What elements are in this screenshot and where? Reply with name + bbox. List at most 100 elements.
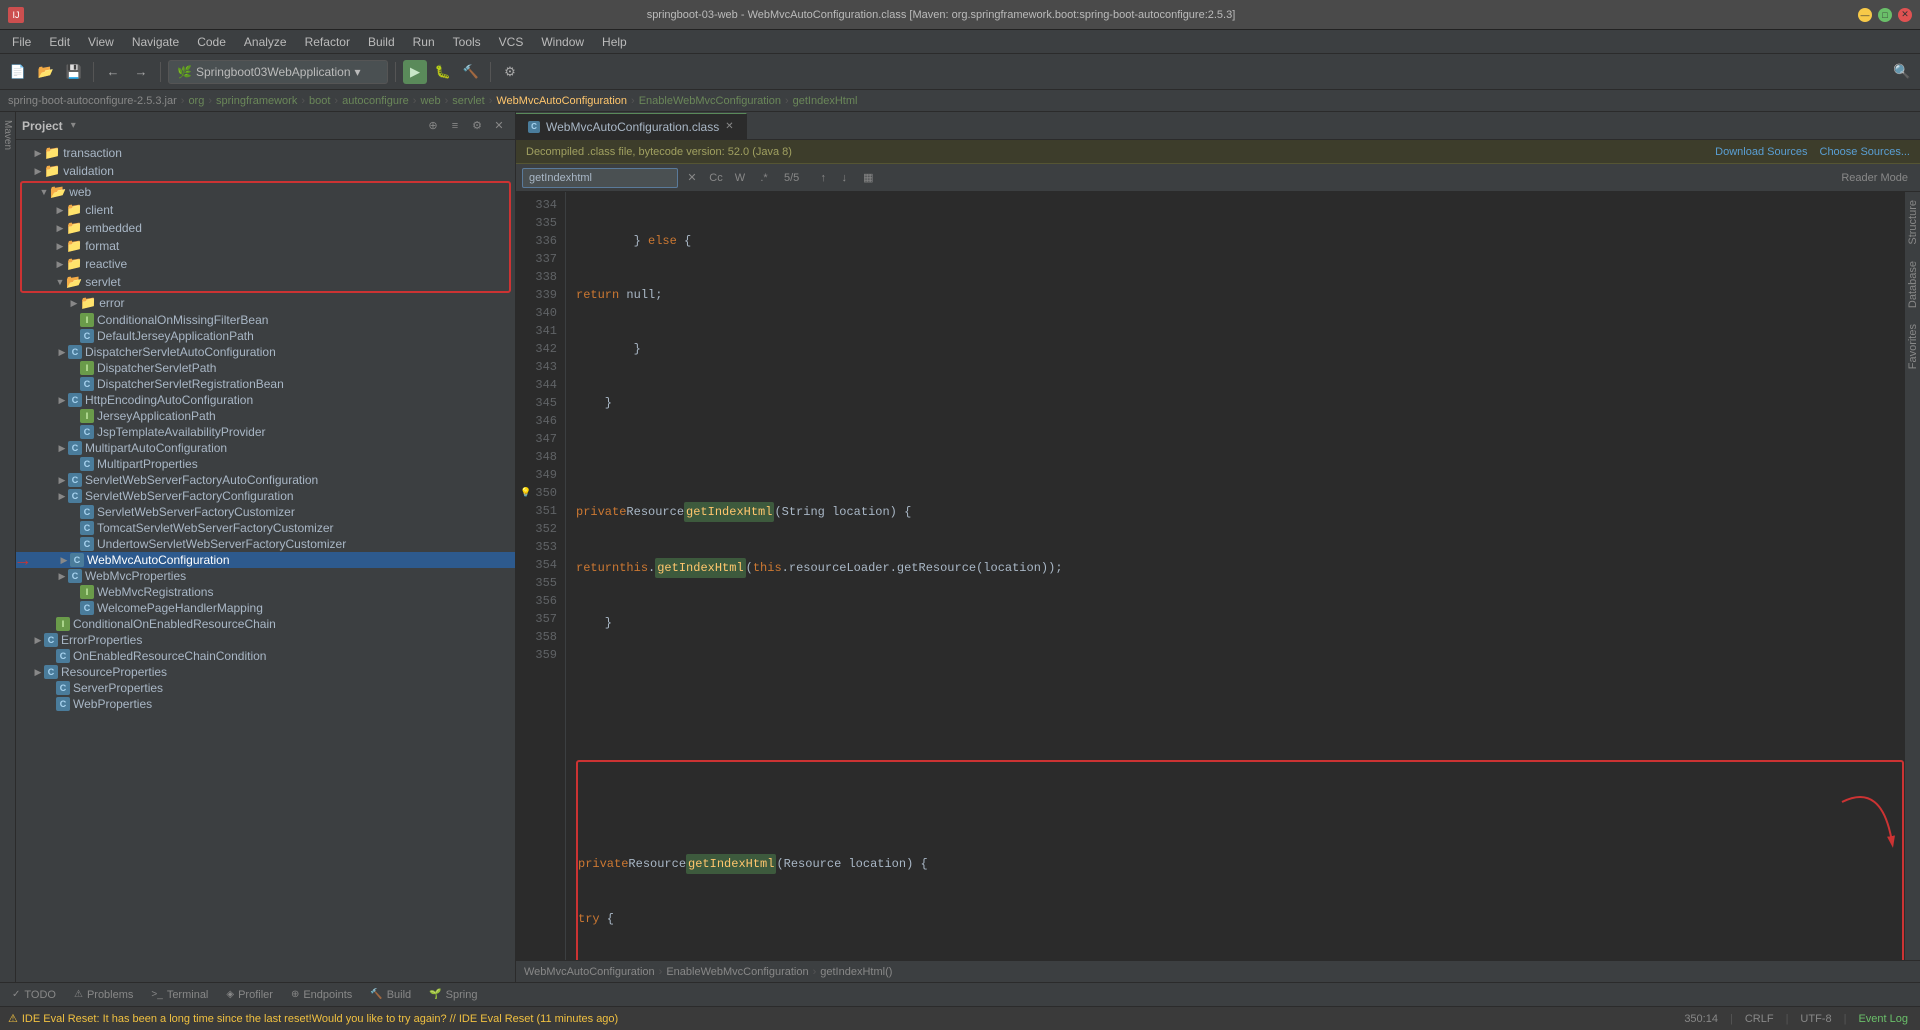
menu-file[interactable]: File — [4, 33, 39, 51]
endpoints-tab[interactable]: ⊕ Endpoints — [283, 984, 360, 1006]
project-selector[interactable]: 🌿 Springboot03WebApplication ▾ — [168, 60, 388, 84]
editor-bc-enable[interactable]: EnableWebMvcConfiguration — [666, 966, 808, 978]
charset[interactable]: UTF-8 — [1796, 1013, 1835, 1025]
bc-getindexhtml[interactable]: getIndexHtml — [793, 95, 858, 107]
terminal-tab[interactable]: >_ Terminal — [143, 984, 216, 1006]
tree-item-ServerProperties[interactable]: C ServerProperties — [16, 680, 515, 696]
cursor-position[interactable]: 350:14 — [1680, 1013, 1722, 1025]
bc-web[interactable]: web — [420, 95, 440, 107]
tree-item-ServletWebServerFactoryCustomizer[interactable]: C ServletWebServerFactoryCustomizer — [16, 504, 515, 520]
close-sidebar-button[interactable]: ✕ — [489, 116, 509, 136]
editor-bc-webmvc[interactable]: WebMvcAutoConfiguration — [524, 966, 655, 978]
tree-item-HttpEncodingAutoConfiguration[interactable]: ▶ C HttpEncodingAutoConfiguration — [16, 392, 515, 408]
reader-mode-button[interactable]: Reader Mode — [1835, 172, 1914, 184]
minimize-button[interactable]: — — [1858, 8, 1872, 22]
tree-item-client[interactable]: ▶ 📁 client — [22, 201, 509, 219]
search-input[interactable] — [529, 172, 671, 184]
problems-tab[interactable]: ⚠ Problems — [66, 984, 141, 1006]
menu-view[interactable]: View — [80, 33, 122, 51]
tree-item-JerseyApplicationPath[interactable]: I JerseyApplicationPath — [16, 408, 515, 424]
tree-item-MultipartProperties[interactable]: C MultipartProperties — [16, 456, 515, 472]
sidebar-settings-button[interactable]: ⚙ — [467, 116, 487, 136]
search-everywhere-button[interactable]: 🔍 — [1890, 60, 1914, 84]
tree-item-validation[interactable]: ▶ 📁 validation — [16, 162, 515, 180]
tree-item-embedded[interactable]: ▶ 📁 embedded — [22, 219, 509, 237]
tree-item-ConditionalOnEnabledResourceChain[interactable]: I ConditionalOnEnabledResourceChain — [16, 616, 515, 632]
tree-item-transaction[interactable]: ▶ 📁 transaction — [16, 144, 515, 162]
tree-item-WelcomePageHandlerMapping[interactable]: C WelcomePageHandlerMapping — [16, 600, 515, 616]
build-tab[interactable]: 🔨 Build — [362, 984, 419, 1006]
tree-item-error[interactable]: ▶ 📁 error — [16, 294, 515, 312]
line-endings[interactable]: CRLF — [1741, 1013, 1778, 1025]
run-button[interactable]: ▶ — [403, 60, 427, 84]
database-tab[interactable]: Database — [1905, 253, 1920, 316]
menu-vcs[interactable]: VCS — [491, 33, 532, 51]
regex-button[interactable]: .* — [754, 168, 774, 188]
tree-item-DispatcherServletPath[interactable]: I DispatcherServletPath — [16, 360, 515, 376]
new-file-button[interactable]: 📄 — [6, 60, 30, 84]
back-button[interactable]: ← — [101, 60, 125, 84]
download-sources-link[interactable]: Download Sources — [1715, 146, 1807, 158]
tab-close-button[interactable]: ✕ — [725, 121, 733, 132]
build-button[interactable]: 🔨 — [459, 60, 483, 84]
locate-file-button[interactable]: ⊕ — [423, 116, 443, 136]
whole-words-button[interactable]: W — [730, 168, 750, 188]
bc-servlet[interactable]: servlet — [452, 95, 484, 107]
bc-springframework[interactable]: springframework — [216, 95, 297, 107]
open-button[interactable]: 📂 — [34, 60, 58, 84]
editor-bc-method[interactable]: getIndexHtml() — [820, 966, 892, 978]
menu-window[interactable]: Window — [533, 33, 592, 51]
menu-run[interactable]: Run — [405, 33, 443, 51]
tree-item-ErrorProperties[interactable]: ▶ C ErrorProperties — [16, 632, 515, 648]
menu-build[interactable]: Build — [360, 33, 403, 51]
bc-webmvc[interactable]: WebMvcAutoConfiguration — [496, 95, 627, 107]
maven-tab[interactable]: Maven — [0, 112, 15, 158]
save-button[interactable]: 💾 — [62, 60, 86, 84]
bc-autoconfigure[interactable]: autoconfigure — [342, 95, 409, 107]
next-match-button[interactable]: ↓ — [834, 168, 854, 188]
menu-edit[interactable]: Edit — [41, 33, 78, 51]
collapse-all-button[interactable]: ≡ — [445, 116, 465, 136]
prev-match-button[interactable]: ↑ — [813, 168, 833, 188]
code-content[interactable]: } else { return null; } } private Resour… — [566, 192, 1904, 960]
tree-item-WebMvcProperties[interactable]: ▶ C WebMvcProperties — [16, 568, 515, 584]
tree-item-TomcatServletWebServerFactoryCustomizer[interactable]: C TomcatServletWebServerFactoryCustomize… — [16, 520, 515, 536]
profiler-tab[interactable]: ◈ Profiler — [218, 984, 281, 1006]
todo-tab[interactable]: ✓ TODO — [4, 984, 64, 1006]
tree-item-UndertowServletWebServerFactoryCustomizer[interactable]: C UndertowServletWebServerFactoryCustomi… — [16, 536, 515, 552]
tree-item-ConditionalOnMissingFilterBean[interactable]: I ConditionalOnMissingFilterBean — [16, 312, 515, 328]
sidebar-dropdown-arrow[interactable]: ▾ — [71, 120, 76, 131]
tree-item-ServletWebServerFactoryConfiguration[interactable]: ▶ C ServletWebServerFactoryConfiguration — [16, 488, 515, 504]
close-button[interactable]: ✕ — [1898, 8, 1912, 22]
tree-item-OnEnabledResourceChainCondition[interactable]: C OnEnabledResourceChainCondition — [16, 648, 515, 664]
editor-tab-webmvc[interactable]: C WebMvcAutoConfiguration.class ✕ — [516, 113, 747, 139]
bc-org[interactable]: org — [188, 95, 204, 107]
tree-item-ResourceProperties[interactable]: ▶ C ResourceProperties — [16, 664, 515, 680]
favorites-tab[interactable]: Favorites — [1905, 316, 1920, 377]
menu-tools[interactable]: Tools — [445, 33, 489, 51]
bc-jar[interactable]: spring-boot-autoconfigure-2.5.3.jar — [8, 95, 177, 107]
maximize-button[interactable]: □ — [1878, 8, 1892, 22]
tree-item-MultipartAutoConfiguration[interactable]: ▶ C MultipartAutoConfiguration — [16, 440, 515, 456]
menu-refactor[interactable]: Refactor — [297, 33, 358, 51]
tree-item-DefaultJerseyApplicationPath[interactable]: C DefaultJerseyApplicationPath — [16, 328, 515, 344]
tree-item-ServletWebServerFactoryAutoConfiguration[interactable]: ▶ C ServletWebServerFactoryAutoConfigura… — [16, 472, 515, 488]
tree-item-WebMvcAutoConfiguration[interactable]: ▶ C WebMvcAutoConfiguration — [16, 552, 515, 568]
bc-boot[interactable]: boot — [309, 95, 330, 107]
tree-item-WebMvcRegistrations[interactable]: I WebMvcRegistrations — [16, 584, 515, 600]
menu-code[interactable]: Code — [189, 33, 234, 51]
settings-button[interactable]: ⚙ — [498, 60, 522, 84]
debug-button[interactable]: 🐛 — [431, 60, 455, 84]
menu-analyze[interactable]: Analyze — [236, 33, 295, 51]
forward-button[interactable]: → — [129, 60, 153, 84]
choose-sources-link[interactable]: Choose Sources... — [1820, 146, 1911, 158]
event-log[interactable]: Event Log — [1854, 1013, 1912, 1025]
tree-item-web[interactable]: ▼ 📂 web — [22, 183, 509, 201]
structure-tab[interactable]: Structure — [1905, 192, 1920, 253]
menu-help[interactable]: Help — [594, 33, 635, 51]
tree-item-JspTemplateAvailabilityProvider[interactable]: C JspTemplateAvailabilityProvider — [16, 424, 515, 440]
tree-item-WebProperties[interactable]: C WebProperties — [16, 696, 515, 712]
tree-item-DispatcherServletAutoConfiguration[interactable]: ▶ C DispatcherServletAutoConfiguration — [16, 344, 515, 360]
tree-item-DispatcherServletRegistrationBean[interactable]: C DispatcherServletRegistrationBean — [16, 376, 515, 392]
filter-button[interactable]: ▦ — [858, 168, 878, 188]
